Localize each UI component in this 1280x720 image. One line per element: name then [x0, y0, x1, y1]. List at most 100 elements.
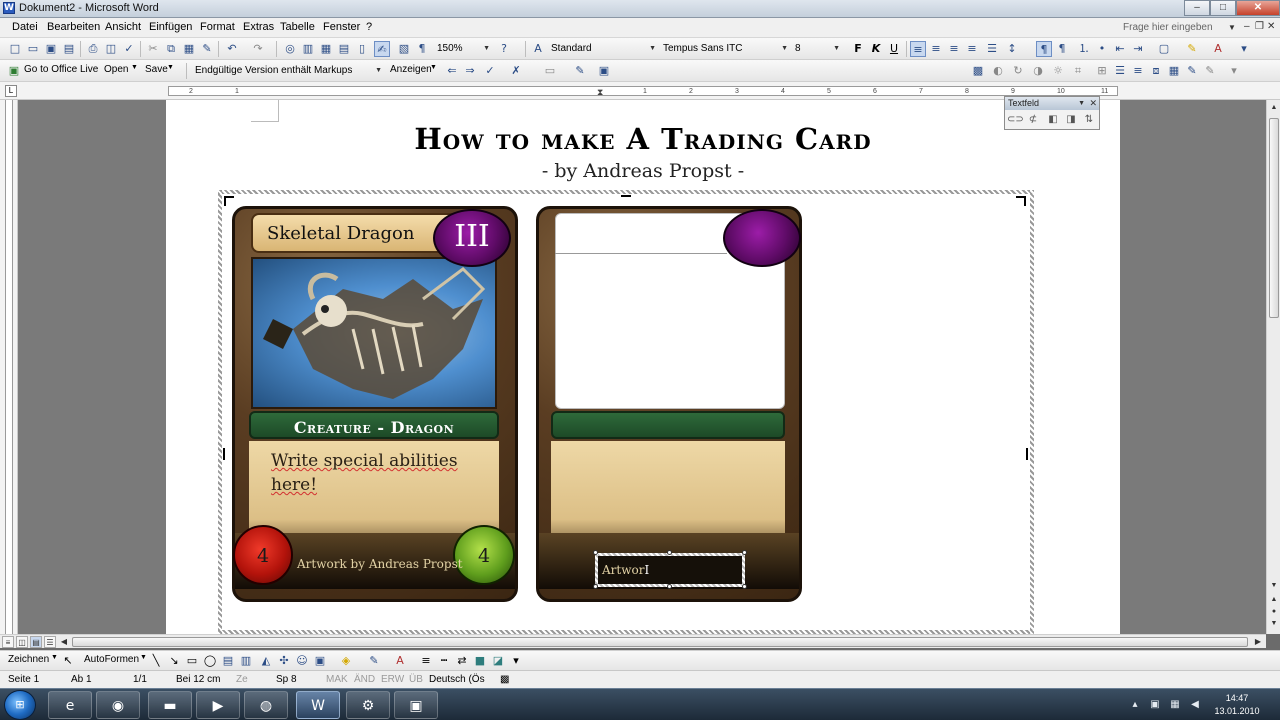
underline-button[interactable]: U	[886, 41, 902, 57]
font-color-icon[interactable]: A	[1210, 41, 1226, 57]
reject-change-icon[interactable]: ✗	[508, 63, 524, 79]
artist-credit[interactable]: Artwork by Andreas Propst	[297, 557, 463, 571]
doc-minimize-icon[interactable]: –	[1244, 21, 1250, 32]
align-right-icon[interactable]: ≡	[946, 41, 962, 57]
line-color-icon[interactable]: ✎	[366, 653, 382, 669]
reset-picture-icon[interactable]: ✎	[1184, 63, 1200, 79]
app-taskbar-icon[interactable]: ▣	[394, 691, 438, 719]
format-picture-icon[interactable]: ≡	[1130, 63, 1146, 79]
scroll-right-icon[interactable]: ▶	[1252, 636, 1264, 648]
line-style-icon[interactable]: ☰	[1112, 63, 1128, 79]
markup-view-select[interactable]: Endgültige Version enthält Markups ▼	[192, 63, 384, 79]
arrow-style-icon[interactable]: ⇄	[454, 653, 470, 669]
paste-icon[interactable]: ▦	[181, 41, 197, 57]
textfeld-toolbar[interactable]: Textfeld ▼ ✕ ⊂⊃ ⊄ ◧ ◨ ⇅	[1004, 96, 1100, 130]
frame-top-handle[interactable]	[621, 195, 631, 197]
draw-menu-button[interactable]: Zeichnen	[8, 654, 49, 665]
scroll-thumb[interactable]	[1269, 118, 1279, 318]
insert-picture-icon[interactable]: ▣	[312, 653, 328, 669]
trading-card-front[interactable]: Skeletal Dragon III Creature - Dragon Wr…	[232, 206, 518, 602]
align-center-icon[interactable]: ≡	[928, 41, 944, 57]
web-view-icon[interactable]: ◫	[16, 636, 28, 648]
rectangle-tool-icon[interactable]: ▭	[184, 653, 200, 669]
status-language[interactable]: Deutsch (Ös	[429, 674, 485, 685]
drawing-icon[interactable]: ✍	[374, 41, 390, 57]
scroll-left-icon[interactable]: ◀	[58, 636, 70, 648]
line-spacing-icon[interactable]: ↕	[1004, 41, 1020, 57]
status-track-changes[interactable]: ÄND	[354, 674, 375, 685]
artist-textbox-text[interactable]: ArtworI	[602, 563, 649, 577]
spelling-icon[interactable]: ✓	[121, 41, 137, 57]
scroll-up-icon[interactable]: ▲	[1269, 102, 1279, 114]
line-style-icon[interactable]: ≡	[418, 653, 434, 669]
artist-textbox-selected[interactable]: ArtworI	[595, 553, 745, 587]
highlight-icon[interactable]: ✎	[1184, 41, 1200, 57]
shadow-style-icon[interactable]: ■	[472, 653, 488, 669]
show-formatting-icon[interactable]: ¶	[414, 41, 430, 57]
save-menu-button[interactable]: Save	[145, 64, 168, 75]
tray-network-icon[interactable]: ▦	[1168, 698, 1182, 712]
frame-corner-handle[interactable]	[1016, 196, 1026, 206]
cut-icon[interactable]: ✂	[145, 41, 161, 57]
zoom-select[interactable]: 150% ▼	[434, 41, 492, 57]
hyperlink-icon[interactable]: ◎	[282, 41, 298, 57]
normal-view-icon[interactable]: ≡	[2, 636, 14, 648]
new-document-icon[interactable]: □	[7, 41, 23, 57]
print-preview-icon[interactable]: ◫	[103, 41, 119, 57]
start-button[interactable]: ⊞	[4, 690, 36, 720]
settings-taskbar-icon[interactable]: ⚙	[346, 691, 390, 719]
arrow-tool-icon[interactable]: ↘	[166, 653, 182, 669]
columns-icon[interactable]: ▯	[354, 41, 370, 57]
help-search-input[interactable]: Frage hier eingeben	[1120, 20, 1228, 36]
font-select[interactable]: Tempus Sans ITC ▼	[660, 41, 790, 57]
oval-tool-icon[interactable]: ◯	[202, 653, 218, 669]
more-options-icon[interactable]: ▾	[1226, 63, 1242, 79]
more-buttons-icon[interactable]: ▾	[508, 653, 524, 669]
justify-icon[interactable]: ≡	[964, 41, 980, 57]
set-transparent-icon[interactable]: ▦	[1166, 63, 1182, 79]
menu-ansicht[interactable]: Ansicht	[105, 21, 141, 33]
next-textbox-icon[interactable]: ◨	[1063, 112, 1079, 128]
previous-page-icon[interactable]: ▲	[1269, 594, 1279, 606]
resize-handle[interactable]	[742, 584, 747, 589]
compress-icon[interactable]: ⊞	[1094, 63, 1110, 79]
ie-taskbar-icon[interactable]: e	[48, 691, 92, 719]
card-ability-text[interactable]: Write special abilities here!	[271, 449, 461, 497]
increase-indent-icon[interactable]: ⇥	[1130, 41, 1146, 57]
ltr-icon[interactable]: ¶	[1036, 41, 1052, 57]
tab-selector[interactable]: L	[5, 85, 17, 97]
tables-borders-icon[interactable]: ▥	[300, 41, 316, 57]
menu-einfuegen[interactable]: Einfügen	[149, 21, 192, 33]
close-icon[interactable]: ✕	[1089, 97, 1097, 110]
options-icon[interactable]: ▾	[1236, 41, 1252, 57]
menu-help[interactable]: ?	[366, 21, 372, 33]
rtl-icon[interactable]: ¶	[1054, 41, 1070, 57]
scroll-down-icon[interactable]: ▼	[1269, 580, 1279, 592]
fill-color-icon[interactable]: ◈	[338, 653, 354, 669]
maximize-button[interactable]: □	[1210, 0, 1236, 16]
font-color-icon[interactable]: A	[392, 653, 408, 669]
menu-extras[interactable]: Extras	[243, 21, 274, 33]
office-live-button[interactable]: Go to Office Live	[24, 64, 98, 75]
picture-contrast-icon[interactable]: ◑	[1030, 63, 1046, 79]
brightness-icon[interactable]: ☼	[1050, 63, 1066, 79]
tray-app-icon[interactable]: ▣	[1148, 698, 1162, 712]
redo-icon[interactable]: ↷	[250, 41, 266, 57]
document-page[interactable]: How to make A Trading Card - by Andreas …	[166, 100, 1120, 634]
browse-object-icon[interactable]: ●	[1269, 606, 1279, 618]
spelling-status-icon[interactable]: ▩	[500, 674, 509, 685]
close-button[interactable]: ✕	[1236, 0, 1280, 16]
numbering-icon[interactable]: ⒈	[1076, 41, 1092, 57]
copy-icon[interactable]: ⧉	[163, 41, 179, 57]
decrease-indent-icon[interactable]: ⇤	[1112, 41, 1128, 57]
reviewing-pane-icon[interactable]: ▣	[596, 63, 612, 79]
explorer-taskbar-icon[interactable]: ▬	[148, 691, 192, 719]
resize-handle[interactable]	[593, 550, 598, 555]
textbox-tool-icon[interactable]: ▤	[220, 653, 236, 669]
save-icon[interactable]: ▣	[43, 41, 59, 57]
vertical-ruler-scale[interactable]	[5, 100, 13, 634]
diagram-icon[interactable]: ✣	[276, 653, 292, 669]
tray-show-hidden-icon[interactable]: ▴	[1128, 698, 1142, 712]
autoshapes-menu-button[interactable]: AutoFormen	[84, 654, 139, 665]
next-page-icon[interactable]: ▼	[1269, 618, 1279, 630]
